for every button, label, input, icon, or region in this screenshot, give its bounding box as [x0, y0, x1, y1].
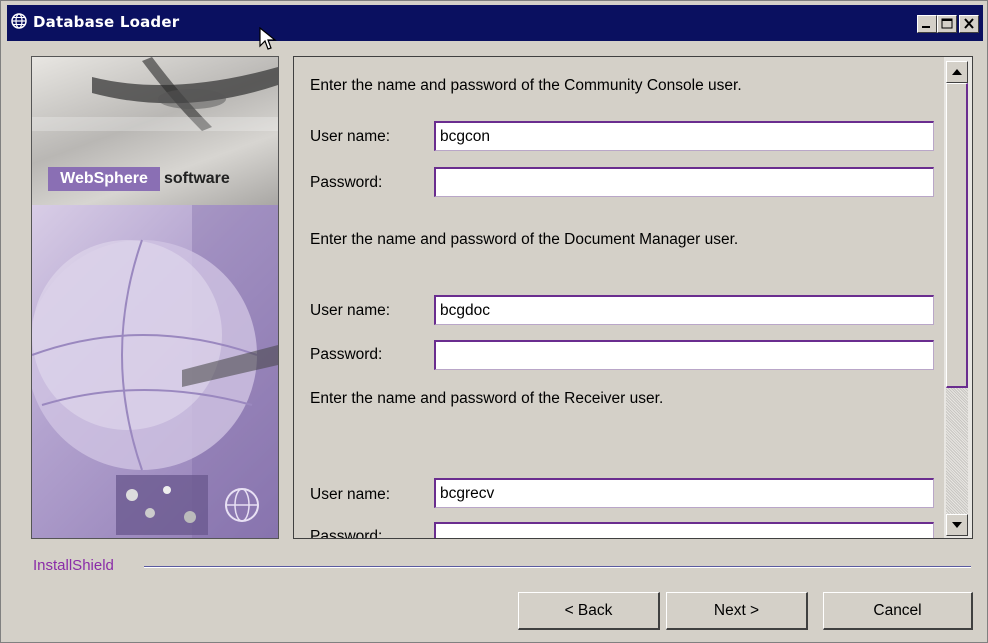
back-button[interactable]: < Back [518, 592, 660, 630]
vertical-scrollbar[interactable] [944, 57, 972, 538]
community-console-password-label: Password: [310, 174, 383, 191]
software-label: software [164, 170, 230, 187]
community-console-username-input[interactable] [434, 121, 934, 151]
globe-icon [11, 13, 27, 29]
websphere-logo: WebSphere [48, 167, 160, 191]
document-manager-username-label: User name: [310, 302, 391, 319]
receiver-password-input[interactable] [434, 522, 934, 538]
minimize-icon [922, 26, 930, 28]
installshield-divider [144, 566, 971, 568]
websphere-banner-image: WebSphere software [31, 56, 279, 539]
title-bar[interactable]: Database Loader [7, 5, 983, 41]
banner-globe-shapes-icon [32, 205, 278, 538]
receiver-password-label: Password: [310, 528, 383, 538]
arrow-down-icon [952, 522, 962, 528]
document-manager-prompt: Enter the name and password of the Docum… [310, 231, 739, 248]
receiver-prompt: Enter the name and password of the Recei… [310, 390, 664, 407]
scroll-down-button[interactable] [946, 514, 968, 536]
minimize-button[interactable] [917, 15, 937, 33]
scrollbar-thumb[interactable] [946, 83, 968, 388]
credentials-form: Enter the name and password of the Commu… [294, 57, 944, 538]
database-loader-window: Database Loader WebSphere software Enter… [0, 0, 988, 643]
receiver-username-label: User name: [310, 486, 391, 503]
maximize-icon [941, 18, 953, 29]
credentials-scroll-panel[interactable]: Enter the name and password of the Commu… [293, 56, 973, 539]
community-console-prompt: Enter the name and password of the Commu… [310, 77, 742, 94]
document-manager-username-input[interactable] [434, 295, 934, 325]
banner-globe-photo [32, 205, 278, 538]
close-icon [964, 18, 974, 29]
next-button[interactable]: Next > [666, 592, 808, 630]
document-manager-password-label: Password: [310, 346, 383, 363]
installshield-label: InstallShield [33, 557, 114, 574]
mouse-cursor-icon [259, 27, 277, 50]
scroll-up-button[interactable] [946, 61, 968, 83]
document-manager-password-input[interactable] [434, 340, 934, 370]
maximize-button[interactable] [937, 15, 957, 33]
arrow-up-icon [952, 69, 962, 75]
cancel-button[interactable]: Cancel [823, 592, 973, 630]
window-title: Database Loader [33, 13, 180, 31]
receiver-username-input[interactable] [434, 478, 934, 508]
community-console-password-input[interactable] [434, 167, 934, 197]
scrollbar-track[interactable] [946, 388, 968, 514]
close-button[interactable] [959, 15, 979, 33]
community-console-username-label: User name: [310, 128, 391, 145]
